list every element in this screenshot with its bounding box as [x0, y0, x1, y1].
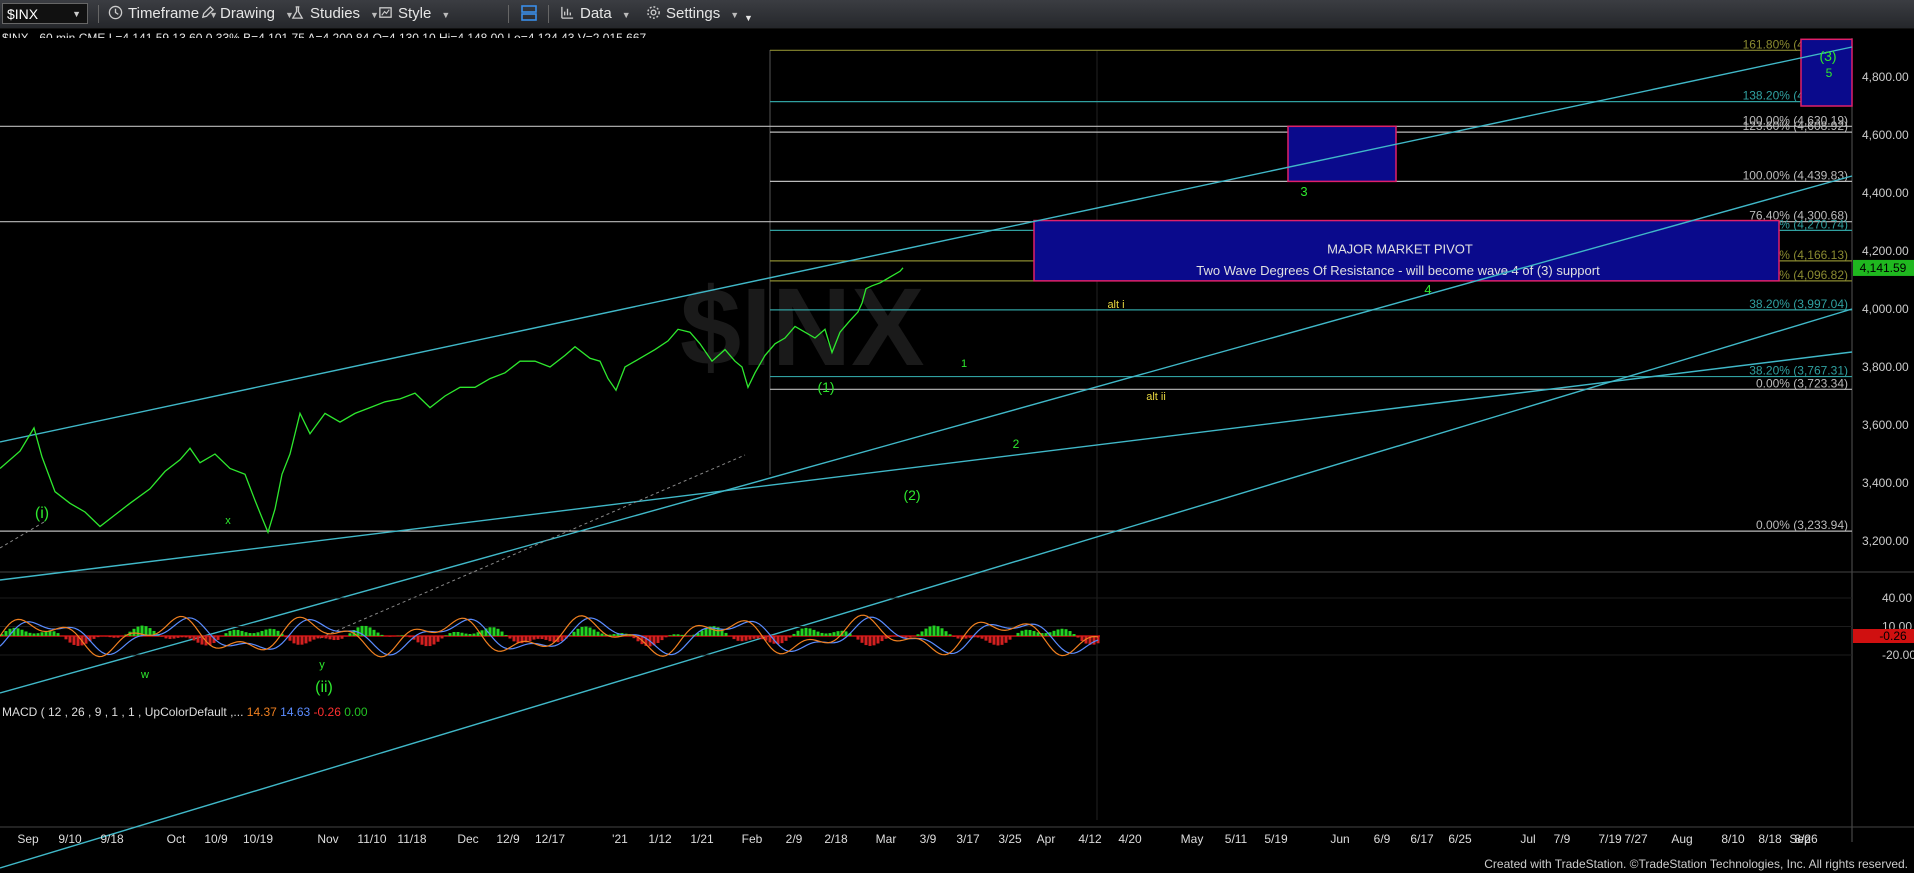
macd-current-label: -0.26 [1879, 629, 1907, 643]
macd-tick-label: -20.00 [1882, 648, 1914, 662]
x-tick-label: 12/9 [496, 832, 520, 846]
x-tick-label: 11/10 [357, 832, 386, 846]
macd-tick-label: 40.00 [1882, 591, 1912, 605]
x-tick-label: 3/25 [998, 832, 1022, 846]
price-chart[interactable]: $INX161.80% (4,883.77)138.20% (4,713.53)… [0, 0, 1914, 873]
x-tick-label: 6/9 [1374, 832, 1391, 846]
x-tick-label: 7/19 [1598, 832, 1622, 846]
y-tick-label: 4,600.00 [1862, 128, 1909, 142]
x-tick-label: 10/19 [243, 832, 273, 846]
x-tick-label: 4/20 [1118, 832, 1142, 846]
x-tick-label: 3/9 [920, 832, 937, 846]
x-tick-label: 5/19 [1264, 832, 1288, 846]
x-tick-label: Feb [742, 832, 763, 846]
pivot-subtitle: Two Wave Degrees Of Resistance - will be… [1196, 263, 1600, 278]
x-tick-label: Sep [1789, 832, 1811, 846]
x-tick-label: 12/17 [535, 832, 565, 846]
x-tick-label: 8/10 [1721, 832, 1745, 846]
x-tick-label: 2/9 [786, 832, 803, 846]
wave-label: (ii) [315, 679, 333, 696]
x-tick-label: 11/18 [397, 832, 426, 846]
x-tick-label: 10/9 [204, 832, 228, 846]
x-tick-label: Nov [317, 832, 338, 846]
x-tick-label: Dec [457, 832, 478, 846]
x-tick-label: 6/17 [1410, 832, 1434, 846]
x-tick-label: 7/27 [1624, 832, 1648, 846]
wave-label: (1) [817, 379, 834, 395]
x-tick-label: May [1181, 832, 1204, 846]
y-tick-label: 4,200.00 [1862, 244, 1909, 258]
x-tick-label: Aug [1671, 832, 1692, 846]
x-tick-label: 4/12 [1078, 832, 1102, 846]
wave-3-target-box [1287, 125, 1397, 183]
fib-level-label: 0.00% (3,723.34) [1756, 376, 1848, 390]
x-tick-label: 9/10 [58, 832, 82, 846]
wave-label: 5 [1826, 66, 1833, 80]
x-tick-label: Sep [17, 832, 39, 846]
copyright-footer: Created with TradeStation. ©TradeStation… [1484, 857, 1908, 871]
y-tick-label: 4,800.00 [1862, 70, 1909, 84]
wave-label: (i) [35, 505, 49, 522]
wave-label: (3) [1819, 48, 1836, 64]
x-tick-label: 6/25 [1448, 832, 1472, 846]
y-tick-label: 3,800.00 [1862, 360, 1909, 374]
wave-label: alt i [1107, 299, 1124, 311]
x-tick-label: Oct [167, 832, 186, 846]
x-tick-label: Apr [1037, 832, 1056, 846]
watermark-symbol: $INX [680, 266, 925, 389]
fib-level-label: 123.60% (4,608.92) [1743, 119, 1848, 133]
fib-level-label: 0.00% (3,233.94) [1756, 518, 1848, 532]
y-tick-label: 3,600.00 [1862, 418, 1909, 432]
wave-label: alt ii [1146, 391, 1166, 403]
plot-background [0, 38, 1852, 705]
x-tick-label: 9/18 [100, 832, 124, 846]
y-tick-label: 3,400.00 [1862, 476, 1909, 490]
x-tick-label: '21 [612, 832, 628, 846]
x-tick-label: Jul [1520, 832, 1535, 846]
wave-label: 2 [1013, 437, 1020, 451]
last-price-label: 4,141.59 [1860, 261, 1907, 275]
y-tick-label: 4,400.00 [1862, 186, 1909, 200]
wave-label: 3 [1300, 184, 1307, 199]
wave-label: 4 [1424, 282, 1431, 297]
y-tick-label: 3,200.00 [1862, 534, 1909, 548]
wave-label: (2) [903, 487, 920, 503]
wave-label: 1 [961, 358, 967, 370]
x-tick-label: Mar [876, 832, 897, 846]
fib-level-label: 100.00% (4,439.83) [1743, 168, 1848, 182]
wave-label: w [140, 669, 149, 681]
x-tick-label: 1/12 [648, 832, 672, 846]
pivot-title: MAJOR MARKET PIVOT [1327, 242, 1473, 257]
y-tick-label: 4,000.00 [1862, 302, 1909, 316]
x-tick-label: 2/18 [824, 832, 848, 846]
wave-label: x [225, 515, 231, 527]
x-tick-label: 5/11 [1225, 832, 1248, 846]
macd-legend: MACD ( 12 , 26 , 9 , 1 , 1 , UpColorDefa… [2, 705, 368, 719]
x-tick-label: 1/21 [690, 832, 714, 846]
fib-level-label: 38.20% (3,997.04) [1749, 297, 1848, 311]
x-tick-label: 3/17 [956, 832, 980, 846]
x-tick-label: 7/9 [1554, 832, 1571, 846]
wave-label: y [319, 659, 325, 671]
x-tick-label: 8/18 [1758, 832, 1782, 846]
x-tick-label: Jun [1330, 832, 1349, 846]
